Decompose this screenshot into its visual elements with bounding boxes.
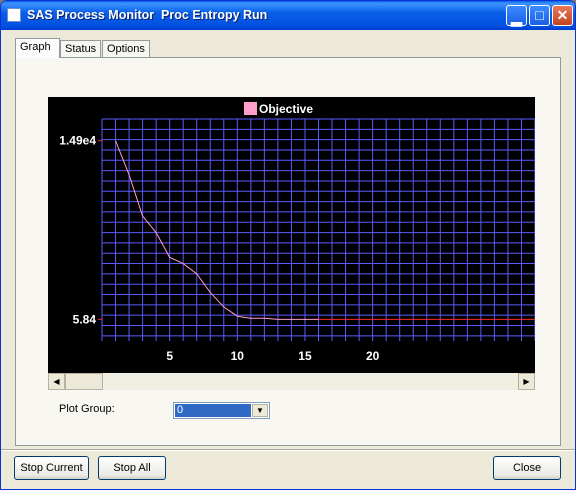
plot-group-select[interactable]: 0 ▼: [173, 402, 270, 419]
scroll-left-button[interactable]: ◀: [48, 373, 65, 390]
stop-all-button[interactable]: Stop All: [98, 456, 166, 480]
tab-status[interactable]: Status: [60, 40, 101, 57]
minimize-icon: ▂: [511, 10, 522, 26]
tab-options[interactable]: Options: [102, 40, 150, 57]
close-button[interactable]: Close: [493, 456, 561, 480]
plot-group-value: 0: [175, 404, 251, 417]
chart-series: [115, 140, 535, 320]
scroll-right-button[interactable]: ▶: [518, 373, 535, 390]
window-title: SAS Process Monitor Proc Entropy Run: [27, 8, 268, 22]
close-window-button[interactable]: ✕: [552, 5, 573, 26]
maximize-icon: □: [535, 7, 544, 23]
x-tick-label: 15: [298, 349, 312, 363]
chart-legend: Objective: [244, 102, 313, 116]
plot-group-label: Plot Group:: [59, 403, 115, 415]
minimize-button[interactable]: ▂: [506, 5, 527, 26]
process-monitor-window: SAS Process Monitor Proc Entropy Run ▂ □…: [0, 0, 576, 490]
scroll-thumb[interactable]: [65, 373, 103, 390]
chart-svg: 1.49e4 5.84 5 10 15 20 Objective: [59, 102, 536, 363]
x-tick-label: 10: [231, 349, 245, 363]
legend-swatch: [244, 102, 257, 115]
title-bar[interactable]: SAS Process Monitor Proc Entropy Run ▂ □…: [1, 1, 575, 30]
stop-current-button[interactable]: Stop Current: [14, 456, 89, 480]
app-icon: [7, 8, 21, 22]
objective-chart: 1.49e4 5.84 5 10 15 20 Objective: [48, 97, 536, 373]
chart-horizontal-scrollbar[interactable]: ◀ ▶: [48, 373, 535, 390]
y-tick-label: 5.84: [73, 312, 97, 326]
tab-graph[interactable]: Graph: [15, 38, 60, 58]
chart-grid: [101, 118, 536, 341]
series-line-objective: [115, 140, 319, 320]
x-tick-label: 5: [166, 349, 173, 363]
chevron-down-icon[interactable]: ▼: [252, 404, 268, 417]
close-icon: ✕: [556, 7, 569, 23]
maximize-button[interactable]: □: [529, 5, 550, 26]
legend-label: Objective: [259, 102, 313, 116]
y-tick-label: 1.49e4: [59, 134, 96, 148]
footer-divider: [1, 449, 575, 451]
x-tick-label: 20: [366, 349, 380, 363]
